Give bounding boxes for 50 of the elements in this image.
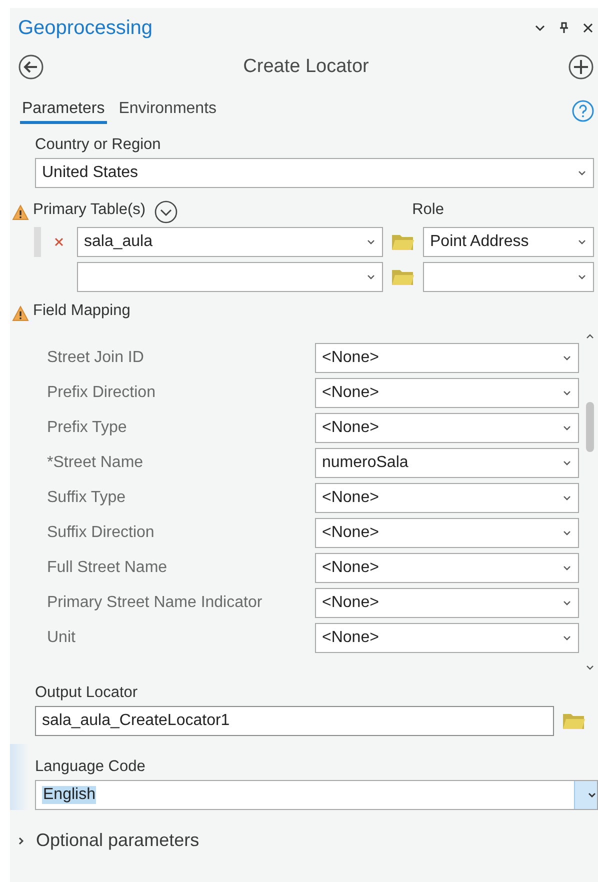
field-name: Full Street Name [47, 558, 168, 576]
role-dropdown[interactable]: Point Address [423, 226, 594, 256]
field-name: Unit [47, 628, 76, 646]
field-dropdown[interactable]: <None> [315, 588, 579, 618]
help-icon[interactable] [572, 100, 594, 122]
pane-title: Geoprocessing [18, 16, 154, 40]
tab[interactable]: Parameters [20, 98, 107, 124]
field-dropdown[interactable]: numeroSala [315, 448, 579, 478]
field-dropdown[interactable]: <None> [315, 518, 579, 548]
tab[interactable]: Environments [116, 98, 219, 124]
chevron-right-icon [16, 836, 26, 846]
parameter-label: Language Code [35, 758, 146, 776]
field-dropdown[interactable]: <None> [315, 412, 579, 442]
field-dropdown[interactable]: <None> [315, 622, 579, 652]
chevron-down-circle-icon[interactable] [154, 200, 178, 224]
field-name: Prefix Type [47, 418, 128, 436]
scrollbar-thumb[interactable] [586, 402, 594, 452]
caret-icon [577, 168, 587, 178]
parameter-label: Country or Region [35, 136, 162, 154]
field-name: Suffix Direction [47, 524, 156, 542]
scroll-up-icon[interactable] [585, 332, 595, 340]
field-dropdown[interactable]: <None> [315, 342, 579, 372]
output-locator-field[interactable]: sala_aula_CreateLocator1 [35, 706, 554, 736]
remove-icon[interactable] [54, 236, 64, 246]
field-dropdown[interactable]: <None> [315, 552, 579, 582]
language-dropdown[interactable]: English [35, 780, 598, 810]
caret-icon [587, 790, 597, 800]
country-dropdown[interactable]: United States [35, 158, 594, 188]
field-name: Primary Street Name Indicator [47, 594, 264, 612]
back-icon[interactable] [18, 54, 44, 80]
parameter-label: Output Locator [35, 684, 139, 702]
field-dropdown[interactable]: <None> [315, 482, 579, 512]
add-icon[interactable] [568, 54, 594, 80]
field-dropdown[interactable]: <None> [315, 378, 579, 408]
scroll-down-icon[interactable] [585, 664, 595, 672]
role-dropdown[interactable] [423, 262, 594, 292]
table-dropdown[interactable] [77, 262, 383, 292]
field-name: Street Join ID [47, 348, 145, 366]
optional-parameters-toggle[interactable]: Optional parameters [10, 810, 598, 851]
close-icon[interactable] [582, 22, 594, 34]
pin-icon[interactable] [558, 22, 570, 34]
row-handle[interactable] [34, 226, 41, 256]
tool-title: Create Locator [243, 56, 369, 78]
field-name: Prefix Direction [47, 384, 156, 402]
parameter-label: Field Mapping [33, 302, 130, 320]
field-name: Suffix Type [47, 488, 127, 506]
field-name: *Street Name [47, 454, 144, 472]
table-dropdown[interactable]: sala_aula [77, 226, 383, 256]
parameter-label: Primary Table(s) [33, 201, 146, 219]
role-label: Role [412, 201, 444, 219]
